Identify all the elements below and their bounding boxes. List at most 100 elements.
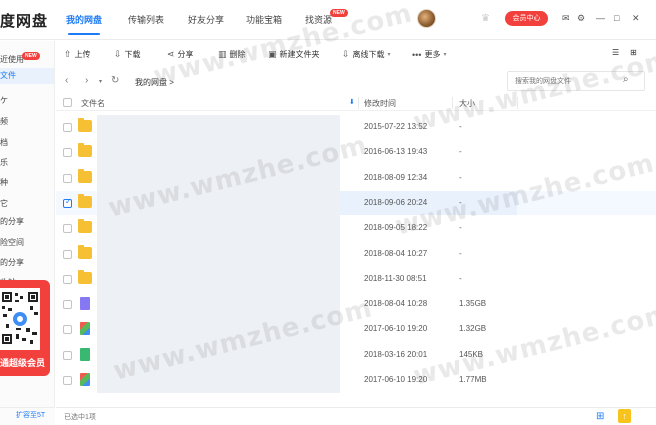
sidebar-item-music[interactable]: 乐: [0, 157, 8, 168]
tab-toolbox[interactable]: 功能宝箱: [246, 13, 282, 26]
selection-status: 已选中1项: [64, 414, 96, 421]
download-icon: ⇩: [114, 49, 122, 59]
file-size: -: [459, 197, 462, 207]
folder-icon: [78, 269, 92, 284]
modified-time: 2017-06-10 19:20: [364, 375, 428, 384]
row-checkbox[interactable]: [63, 173, 72, 183]
chevron-down-icon: ▾: [387, 52, 391, 58]
sort-arrow-icon[interactable]: ⬇: [349, 98, 355, 106]
row-checkbox[interactable]: [63, 325, 72, 335]
sidebar-footer: 扩容至5T: [0, 407, 55, 425]
maximize-icon[interactable]: □: [614, 12, 619, 24]
tab-transfer-list[interactable]: 传输列表: [128, 13, 164, 26]
sidebar-item-my-share[interactable]: 的分享: [0, 216, 24, 227]
view-toggle-icon[interactable]: ⊞: [596, 411, 604, 422]
modified-time: 2018-08-09 12:34: [364, 172, 428, 182]
row-checkbox[interactable]: [63, 123, 72, 132]
more-icon: •••: [412, 49, 422, 60]
sort-list-icon[interactable]: ☰: [612, 48, 619, 57]
sidebar-item-images[interactable]: ケ: [0, 95, 8, 106]
table-header: 文件名 ⬇ 修改时间 大小: [56, 95, 656, 111]
delete-button[interactable]: ▥ 删除: [218, 49, 246, 60]
share-button[interactable]: ⋖ 分享: [167, 49, 194, 60]
tab-my-disk[interactable]: 我的网盘: [66, 13, 102, 35]
sidebar-item-recent[interactable]: 近使用: [0, 54, 24, 65]
row-checkbox[interactable]: [63, 148, 72, 158]
row-checkbox[interactable]: [63, 350, 72, 360]
sidebar-item-videos[interactable]: 频: [0, 116, 8, 127]
vip-promo-banner[interactable]: 通超级会员: [0, 280, 50, 376]
col-divider: [452, 97, 453, 109]
sidebar-item-other[interactable]: 它: [0, 198, 8, 209]
col-name[interactable]: 文件名: [81, 98, 105, 109]
refresh-icon[interactable]: ↻: [111, 75, 119, 86]
sidebar-item-torrents[interactable]: 种: [0, 177, 8, 188]
folder-icon: [78, 193, 92, 208]
sidebar-item-all-files[interactable]: 文件: [0, 68, 54, 84]
back-icon[interactable]: ‹: [65, 75, 68, 86]
chevron-down-icon: ▾: [443, 52, 447, 58]
vip-center-button[interactable]: 会员中心: [505, 11, 548, 26]
modified-time: 2018-03-16 20:01: [364, 349, 428, 359]
col-modified[interactable]: 修改时间: [364, 98, 396, 109]
folder-icon: [78, 143, 92, 158]
modified-time: 2018-08-04 10:27: [364, 248, 428, 258]
upload-icon: ⇧: [64, 49, 72, 59]
expand-storage-link[interactable]: 扩容至5T: [16, 410, 45, 420]
col-divider: [517, 97, 518, 109]
sidebar-item-documents[interactable]: 档: [0, 137, 8, 148]
row-checkbox[interactable]: [63, 376, 72, 385]
close-icon[interactable]: ✕: [632, 12, 640, 24]
breadcrumb[interactable]: 我的网盘 >: [135, 77, 174, 88]
grid-view-icon[interactable]: ⊞: [630, 48, 637, 57]
history-dropdown-icon[interactable]: ▾: [99, 78, 102, 85]
row-checkbox[interactable]: [63, 249, 72, 259]
settings-icon[interactable]: ⚙: [577, 12, 585, 24]
row-checkbox[interactable]: [63, 300, 72, 310]
app-title: 度网盘: [0, 13, 49, 30]
qr-code-icon: [0, 288, 40, 350]
upload-arrow-icon[interactable]: ↑: [618, 409, 631, 423]
share-icon: ⋖: [167, 49, 175, 59]
modified-time: 2018-09-05 18:22: [364, 223, 428, 233]
tab-find-resources[interactable]: 找资源: [305, 13, 332, 26]
sidebar-item-hidden-space[interactable]: 险空间: [0, 237, 24, 248]
offline-download-icon: ⇩: [342, 49, 350, 59]
upload-button[interactable]: ⇧ 上传: [64, 49, 91, 60]
row-checkbox[interactable]: [63, 197, 72, 208]
archive-file-icon: [80, 373, 90, 386]
video-file-icon: [80, 297, 90, 311]
download-button[interactable]: ⇩ 下载: [114, 49, 141, 60]
mail-icon[interactable]: ✉: [562, 12, 570, 24]
col-divider: [358, 97, 359, 109]
minimize-icon[interactable]: —: [596, 12, 605, 24]
file-size: -: [459, 147, 462, 157]
row-checkbox[interactable]: [63, 274, 72, 284]
new-folder-button[interactable]: ▣ 新建文件夹: [268, 49, 320, 60]
more-button[interactable]: ••• 更多 ▾: [412, 49, 446, 60]
offline-download-button[interactable]: ⇩ 离线下载 ▾: [342, 49, 391, 60]
tab-friend-share[interactable]: 好友分享: [188, 13, 224, 26]
col-size[interactable]: 大小: [459, 98, 475, 109]
folder-icon: [78, 244, 92, 259]
trash-icon: ▥: [218, 49, 227, 59]
file-size: -: [459, 273, 462, 283]
file-size: 145KB: [459, 349, 484, 359]
row-checkbox[interactable]: [63, 224, 72, 234]
file-size: -: [459, 122, 462, 131]
file-size: -: [459, 248, 462, 258]
status-bar: 已选中1项 ⊞ ↑: [56, 407, 656, 425]
file-size: 1.35GB: [459, 299, 487, 309]
modified-time: 2018-11-30 08:51: [364, 273, 427, 283]
folder-icon: [78, 168, 92, 183]
file-size: 1.77MB: [459, 375, 487, 384]
modified-time: 2016-06-13 19:43: [364, 147, 428, 157]
crown-icon[interactable]: ♛: [481, 13, 490, 24]
sidebar-item-my-share-2[interactable]: 的分享: [0, 257, 24, 268]
search-icon[interactable]: ⌕: [623, 74, 629, 85]
forward-icon[interactable]: ›: [85, 75, 88, 86]
modified-time: 2018-08-04 10:28: [364, 299, 428, 309]
avatar[interactable]: [417, 9, 436, 28]
select-all-checkbox[interactable]: [63, 98, 72, 107]
modified-time: 2015-07-22 13:52: [364, 122, 428, 131]
